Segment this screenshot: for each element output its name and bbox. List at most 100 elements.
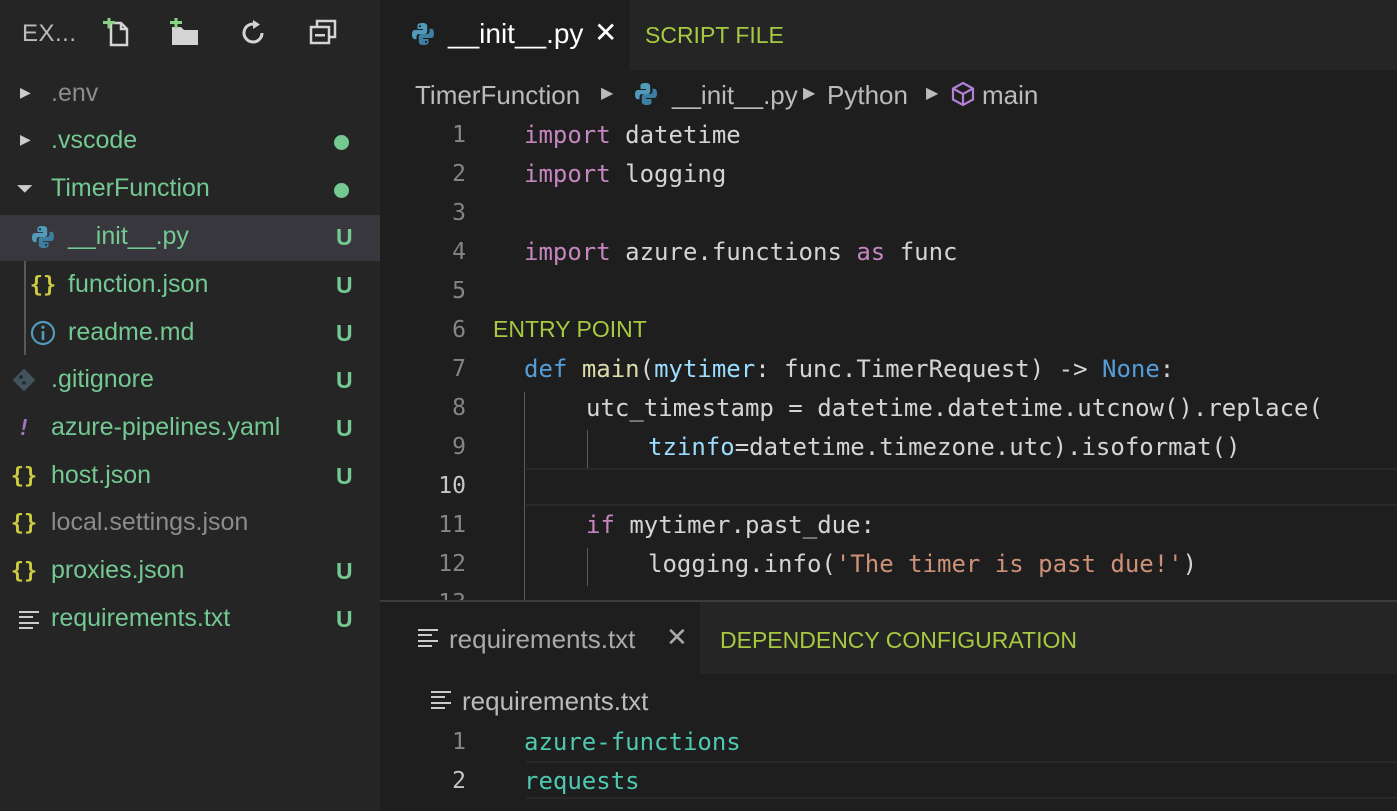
code-line-10: if mytimer.past_due:: [586, 511, 875, 539]
chevron-right-icon: ▶: [601, 85, 614, 102]
code-line-4: import azure.functions as func: [524, 238, 958, 266]
explorer-sidebar: EX... ▶ .env ▶ .vscode ◢ TimerFunction _…: [0, 0, 380, 811]
code-line-2: requests: [524, 767, 640, 795]
refresh-icon[interactable]: [236, 16, 270, 50]
untracked-badge: U: [336, 320, 353, 346]
tree-item-label: readme.md: [68, 318, 195, 346]
modified-dot: [334, 183, 349, 198]
untracked-badge: U: [336, 224, 353, 250]
git-icon: [9, 365, 39, 395]
close-icon[interactable]: ✕: [594, 16, 617, 49]
json-icon: {}: [29, 272, 57, 298]
tree-item-vscode[interactable]: ▶ .vscode: [0, 119, 380, 165]
indent-guide: [587, 430, 588, 468]
new-file-icon[interactable]: [100, 16, 134, 50]
untracked-badge: U: [336, 415, 353, 441]
tree-item-label: function.json: [68, 270, 209, 298]
code-editor-bottom[interactable]: requirements.txt 1 2 azure-functions req…: [380, 674, 1397, 811]
indent-guide: [524, 392, 525, 600]
line-number-current: 10: [438, 473, 466, 499]
code-line-2: import logging: [524, 160, 727, 188]
tab-requirements-txt[interactable]: requirements.txt ✕: [380, 602, 700, 674]
breadcrumb: TimerFunction ▶ __init__.py ▶ Python ▶ m…: [380, 70, 1397, 120]
line-number: 13: [380, 590, 466, 600]
breadcrumb-file[interactable]: requirements.txt: [462, 686, 648, 717]
untracked-badge: U: [336, 463, 353, 489]
tree-item-gitignore[interactable]: .gitignore U: [0, 358, 380, 404]
script-file-annotation: SCRIPT FILE: [645, 22, 784, 48]
tree-item-readme-md[interactable]: readme.md U: [0, 311, 380, 357]
explorer-title: EX...: [22, 20, 77, 47]
modified-dot: [334, 135, 349, 150]
close-icon[interactable]: ✕: [666, 622, 688, 653]
yaml-icon: !: [17, 415, 31, 441]
tree-item-label: proxies.json: [51, 556, 185, 584]
line-number: 6: [452, 317, 466, 343]
tab-label: requirements.txt: [449, 624, 636, 654]
tree-item-label: .vscode: [51, 126, 138, 154]
breadcrumb-symbol[interactable]: main: [982, 80, 1038, 111]
chevron-right-icon: ▶: [20, 84, 31, 100]
editor-tab-bar-bottom: requirements.txt ✕ DEPENDENCY CONFIGURAT…: [380, 602, 1397, 674]
current-line-highlight: [526, 468, 1397, 506]
breadcrumb-folder[interactable]: TimerFunction: [415, 80, 580, 111]
tree-item-function-json[interactable]: {} function.json U: [0, 263, 380, 309]
line-number: 11: [438, 512, 466, 538]
untracked-badge: U: [336, 558, 353, 584]
tree-item-label: requirements.txt: [51, 604, 231, 632]
tree-item-local-settings-json[interactable]: {} local.settings.json: [0, 501, 380, 547]
tree-item-label: azure-pipelines.yaml: [51, 413, 281, 441]
code-line-7: utc_timestamp = datetime.datetime.utcnow…: [586, 394, 1323, 422]
line-number: 2: [452, 161, 466, 187]
tree-item-timerfunction[interactable]: ◢ TimerFunction: [0, 167, 380, 213]
symbol-method-icon: [948, 79, 978, 109]
tree-item-label: .env: [51, 79, 99, 107]
untracked-badge: U: [336, 606, 353, 632]
tree-item-env[interactable]: ▶ .env: [0, 72, 380, 118]
entry-point-annotation: ENTRY POINT: [493, 316, 647, 342]
tab-init-py[interactable]: __init__.py ✕: [380, 0, 630, 70]
new-folder-icon[interactable]: [168, 16, 202, 50]
json-icon: {}: [10, 463, 38, 489]
untracked-badge: U: [336, 367, 353, 393]
line-number: 1: [452, 729, 466, 755]
python-icon: [631, 79, 661, 109]
dependency-configuration-annotation: DEPENDENCY CONFIGURATION: [720, 627, 1077, 653]
tree-item-requirements-txt[interactable]: requirements.txt U: [0, 597, 380, 643]
chevron-right-icon: ▶: [803, 85, 816, 102]
line-number: 7: [452, 356, 466, 382]
info-icon: [28, 318, 58, 348]
current-line-highlight: [526, 761, 1397, 799]
line-number: 9: [452, 434, 466, 460]
code-line-1: import datetime: [524, 121, 741, 149]
line-number: 1: [452, 122, 466, 148]
breadcrumb-language[interactable]: Python: [827, 80, 908, 111]
json-icon: {}: [10, 558, 38, 584]
breadcrumb-file[interactable]: __init__.py: [672, 80, 798, 111]
tree-item-label: __init__.py: [68, 222, 189, 250]
code-line-8: tzinfo=datetime.timezone.utc).isoformat(…: [648, 433, 1241, 461]
tab-label: __init__.py: [448, 18, 584, 49]
tree-item-init-py[interactable]: __init__.py U: [0, 215, 380, 261]
tree-item-label: local.settings.json: [51, 508, 249, 536]
chevron-down-icon: ◢: [16, 174, 36, 194]
tree-item-label: TimerFunction: [51, 174, 210, 202]
python-icon: [408, 19, 438, 49]
code-editor-top[interactable]: 1 2 3 4 5 6 7 8 9 10 11 12 13 ENTRY POIN…: [380, 118, 1397, 600]
chevron-right-icon: ▶: [926, 85, 939, 102]
line-number: 3: [452, 200, 466, 226]
tree-item-label: .gitignore: [51, 365, 154, 393]
collapse-all-icon[interactable]: [306, 16, 340, 50]
json-icon: {}: [10, 510, 38, 536]
text-file-icon: [418, 629, 440, 647]
line-number: 8: [452, 395, 466, 421]
tree-item-proxies-json[interactable]: {} proxies.json U: [0, 549, 380, 595]
tree-item-label: host.json: [51, 461, 152, 489]
line-number: 12: [438, 551, 466, 577]
tree-item-host-json[interactable]: {} host.json U: [0, 454, 380, 500]
code-line-1: azure-functions: [524, 728, 741, 756]
text-file-icon: [19, 611, 41, 629]
chevron-right-icon: ▶: [20, 131, 31, 147]
tree-item-azure-pipelines-yaml[interactable]: ! azure-pipelines.yaml U: [0, 406, 380, 452]
indent-guide: [587, 548, 588, 586]
